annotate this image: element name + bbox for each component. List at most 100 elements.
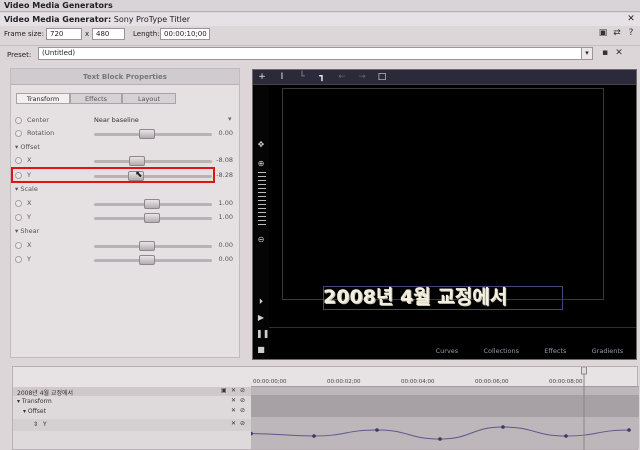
shear-group[interactable]: ▾ Shear <box>15 227 39 235</box>
keyframe-toggle-icon[interactable] <box>15 242 22 249</box>
tab-layout[interactable]: Layout <box>122 93 176 104</box>
tab-effects[interactable]: Effects <box>70 93 122 104</box>
stop-icon[interactable]: ■ <box>256 345 266 355</box>
frame-width-field[interactable]: 720 <box>46 28 82 40</box>
disable-icon[interactable]: ⊘ <box>240 397 245 404</box>
center-value[interactable]: Near baseline <box>94 116 139 124</box>
disable-icon[interactable]: ⊘ <box>240 407 245 414</box>
tab-collections[interactable]: Collections <box>483 347 519 359</box>
slider-handle[interactable] <box>139 255 155 265</box>
add-icon[interactable]: + <box>257 72 267 82</box>
keyframe-nav-icon[interactable]: ⇕ <box>33 421 38 428</box>
slider-handle[interactable] <box>139 129 155 139</box>
tab-effects-preview[interactable]: Effects <box>544 347 566 359</box>
tab-transform[interactable]: Transform <box>16 93 70 104</box>
keyframe-point[interactable] <box>564 434 568 438</box>
offset-y-value[interactable]: -8.28 <box>216 171 233 179</box>
frame-height-field[interactable]: 480 <box>92 28 125 40</box>
shear-y-value[interactable]: 0.00 <box>219 255 233 263</box>
disable-icon[interactable]: ⊘ <box>240 420 245 427</box>
slider-handle[interactable] <box>129 156 145 166</box>
scale-x-label: X <box>27 199 32 207</box>
tab-curves[interactable]: Curves <box>436 347 459 359</box>
save-preset-icon[interactable]: ▪ <box>600 48 610 58</box>
zoom-in-icon[interactable]: ⊕ <box>256 159 266 169</box>
preview-canvas[interactable]: + I ┗ ┓ ← → □ ✥ ⊕ ⊖ ⏵ ▶ ❚❚ ■ 2008년 4월 교정… <box>252 69 637 360</box>
align-right-icon[interactable]: ┓ <box>317 72 327 82</box>
canvas-text[interactable]: 2008년 4월 교정에서 <box>323 284 563 310</box>
track-row[interactable]: ▾ Transform ✕ ⊘ <box>13 397 251 406</box>
scale-x-value[interactable]: 1.00 <box>219 199 233 207</box>
keyframe-toggle-icon[interactable] <box>15 214 22 221</box>
close-icon[interactable]: ✕ <box>231 420 236 427</box>
keyframe-point[interactable] <box>438 437 442 441</box>
zoom-out-icon[interactable]: ⊖ <box>256 235 266 245</box>
align-left-icon[interactable]: ┗ <box>297 72 307 82</box>
shear-y-slider[interactable] <box>94 255 212 265</box>
arrow-left-icon[interactable]: ← <box>337 72 347 82</box>
slider-handle[interactable] <box>144 213 160 223</box>
play-icon[interactable]: ▶ <box>256 313 266 323</box>
track-transform: ▾ Transform <box>17 398 52 405</box>
scale-y-slider[interactable] <box>94 213 212 223</box>
playhead[interactable] <box>581 367 587 450</box>
track-row[interactable]: ⇕ Y ✕ ⊘ <box>13 419 251 431</box>
generator-name: Sony ProType Titler <box>113 15 191 24</box>
track-row[interactable]: 2008년 4월 교정에서 ▣ ✕ ⊘ <box>13 387 251 397</box>
keyframe-toggle-icon[interactable] <box>15 117 22 124</box>
shear-x-slider[interactable] <box>94 241 212 251</box>
track-row[interactable]: ▾ Offset ✕ ⊘ <box>13 407 251 416</box>
tick-label: 00:00:04;00 <box>401 379 435 385</box>
close-icon[interactable]: ✕ <box>231 407 236 414</box>
keyframe-toggle-icon[interactable] <box>15 130 22 137</box>
play-from-start-icon[interactable]: ⏵ <box>256 297 266 307</box>
window-title: Video Media Generators <box>0 0 640 12</box>
offset-x-row: X -8.08 <box>11 155 239 167</box>
shear-x-value[interactable]: 0.00 <box>219 241 233 249</box>
offset-x-value[interactable]: -8.08 <box>216 156 233 164</box>
arrow-right-icon[interactable]: → <box>357 72 367 82</box>
keyframe-toggle-icon[interactable] <box>15 200 22 207</box>
disable-icon[interactable]: ⊘ <box>240 387 245 394</box>
keyframe-point[interactable] <box>312 434 316 438</box>
slider-handle[interactable] <box>144 199 160 209</box>
safe-area-icon[interactable]: □ <box>377 72 387 82</box>
scale-x-slider[interactable] <box>94 199 212 209</box>
keyframe-point[interactable] <box>501 425 505 429</box>
track-options-icon[interactable]: ▣ <box>221 387 227 394</box>
pause-icon[interactable]: ❚❚ <box>256 329 269 339</box>
shear-x-row: X 0.00 <box>11 240 239 252</box>
plugin-icon[interactable]: ⇄ <box>612 28 622 38</box>
delete-preset-icon[interactable]: ✕ <box>614 48 624 58</box>
frame-size-row: Frame size: 720 x 480 Length: 00:00:10;0… <box>0 27 640 43</box>
offset-group[interactable]: ▾ Offset <box>15 143 40 151</box>
text-cursor-icon[interactable]: I <box>277 72 287 82</box>
close-icon[interactable]: ✕ <box>626 14 636 24</box>
scale-group[interactable]: ▾ Scale <box>15 185 38 193</box>
rotation-value[interactable]: 0.00 <box>219 129 233 137</box>
close-icon[interactable]: ✕ <box>231 397 236 404</box>
save-state-icon[interactable]: ▣ <box>598 28 608 38</box>
keyframe-toggle-icon[interactable] <box>15 256 22 263</box>
zoom-ladder[interactable] <box>258 172 266 228</box>
keyframe-point[interactable] <box>627 428 631 432</box>
close-icon[interactable]: ✕ <box>231 387 236 394</box>
preview-divider <box>269 327 636 328</box>
preview-tabs: Curves Collections Effects Gradients <box>423 347 636 359</box>
rotation-slider[interactable] <box>94 129 212 139</box>
text-block-properties-panel: Text Block Properties Transform Effects … <box>10 68 240 358</box>
chevron-down-icon[interactable]: ▾ <box>581 48 592 59</box>
scale-y-value[interactable]: 1.00 <box>219 213 233 221</box>
track-y: Y <box>43 421 47 428</box>
offset-x-slider[interactable] <box>94 156 212 166</box>
keyframe-point[interactable] <box>251 431 253 436</box>
length-field[interactable]: 00:00:10;00 <box>160 28 210 40</box>
keyframe-toggle-icon[interactable] <box>15 157 22 164</box>
keyframe-point[interactable] <box>375 428 379 432</box>
help-icon[interactable]: ? <box>626 28 636 38</box>
slider-handle[interactable] <box>139 241 155 251</box>
preset-select[interactable]: (Untitled) ▾ <box>38 47 593 60</box>
tab-gradients[interactable]: Gradients <box>592 347 624 359</box>
move-icon[interactable]: ✥ <box>256 140 266 150</box>
chevron-down-icon[interactable]: ▾ <box>228 115 232 123</box>
